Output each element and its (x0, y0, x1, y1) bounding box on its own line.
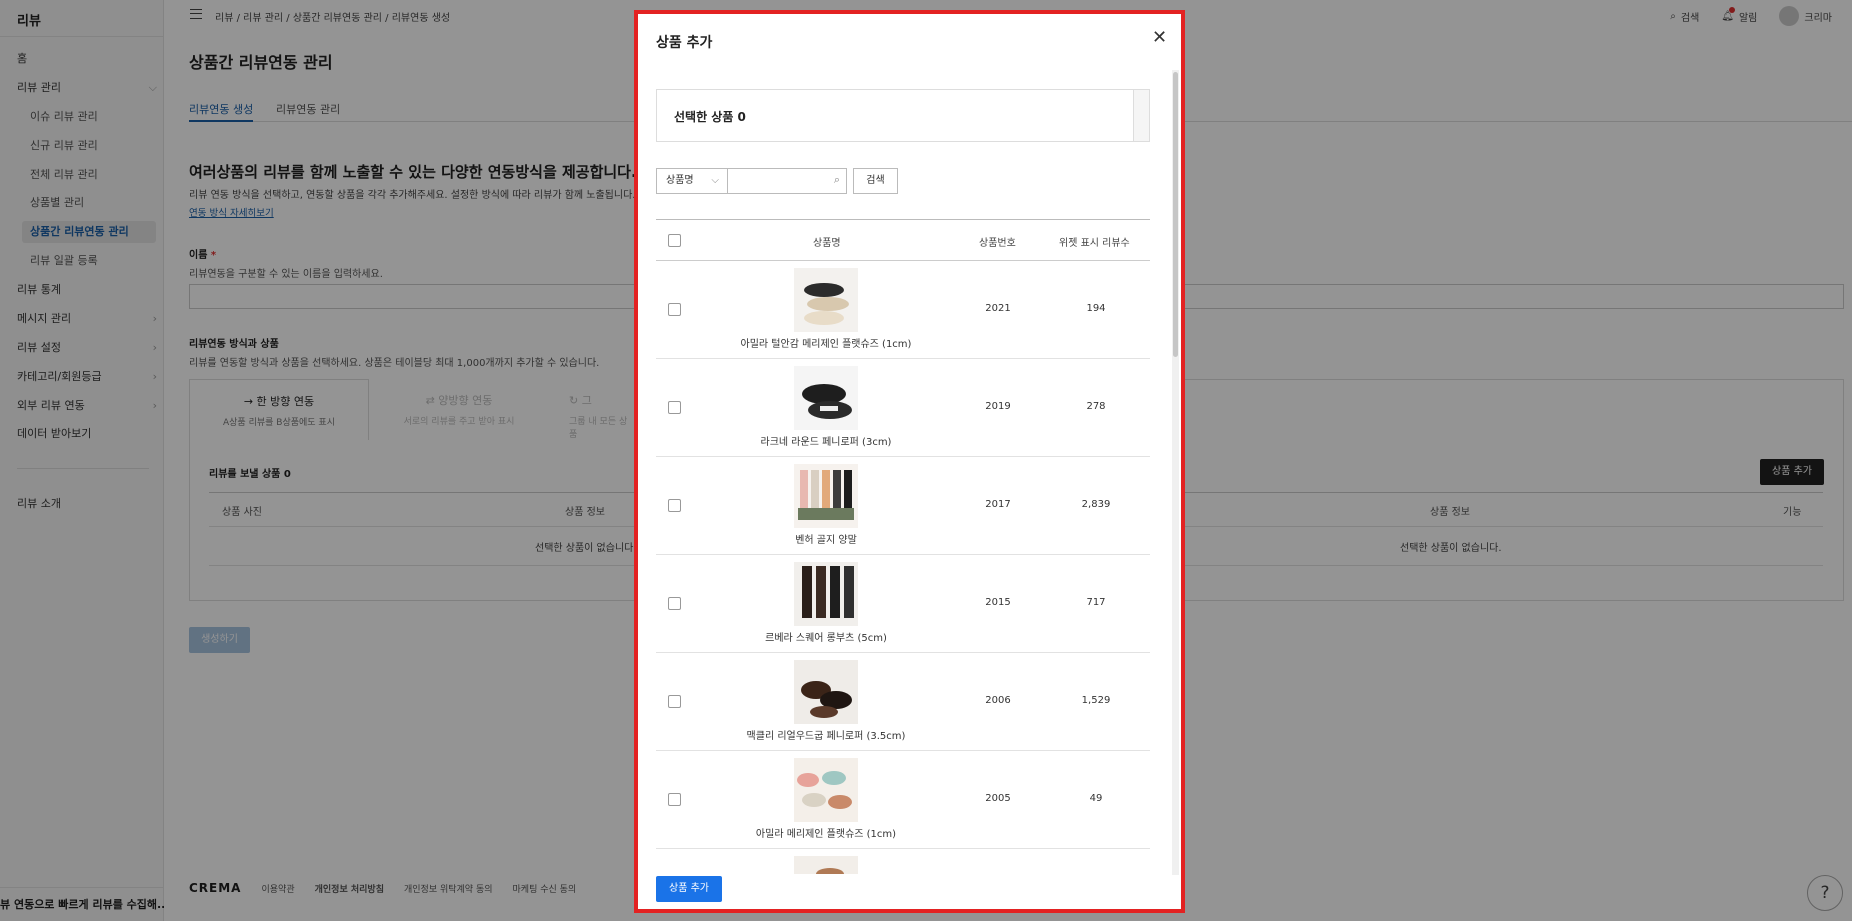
search-field-select[interactable]: 상품명 ⌵ (656, 168, 728, 194)
product-thumbnail (794, 660, 858, 724)
product-thumbnail (794, 366, 858, 430)
selected-count-label: 선택한 상품 0 (674, 110, 746, 124)
product-number: 2019 (985, 401, 1011, 412)
search-icon: ⌕ (833, 173, 840, 186)
flats-image (794, 758, 858, 822)
review-count: 49 (1089, 793, 1103, 804)
socks-image (794, 464, 858, 528)
table-row[interactable]: 아밀라 메리제인 플랫슈즈 (1cm) 2005 49 (656, 751, 1150, 849)
search-button[interactable]: 검색 (853, 168, 898, 194)
row-checkbox[interactable] (668, 695, 681, 708)
review-count: 1,529 (1081, 695, 1111, 706)
loafer-image (794, 660, 858, 724)
modal-title: 상품 추가 (656, 35, 713, 51)
add-product-button[interactable]: 상품 추가 (656, 876, 722, 902)
product-name: 벤허 골지 양말 (795, 535, 857, 546)
table-row[interactable]: 아밀라 털안감 메리제인 플랫슈즈 (1cm) 2021 194 (656, 261, 1150, 359)
col-review-count: 위젯 표시 리뷰수 (1059, 238, 1130, 249)
modal-body: 선택한 상품 0 상품명 ⌵ ⌕ 검색 상품명 상품번호 위젯 표시 리뷰수 아… (638, 66, 1181, 874)
row-checkbox[interactable] (668, 401, 681, 414)
boots-image (794, 562, 858, 626)
row-checkbox[interactable] (668, 499, 681, 512)
table-row[interactable]: 맥클리 리얼우드굽 페니로퍼 (3.5cm) 2006 1,529 (656, 653, 1150, 751)
product-thumbnail (794, 464, 858, 528)
search-field-value: 상품명 (666, 175, 694, 186)
row-checkbox[interactable] (668, 597, 681, 610)
row-checkbox[interactable] (668, 793, 681, 806)
product-number: 2005 (985, 793, 1011, 804)
product-name: 라크네 라운드 페니로퍼 (3cm) (760, 437, 892, 448)
product-name: 아밀라 털안감 메리제인 플랫슈즈 (1cm) (740, 339, 912, 350)
table-row[interactable]: 라크네 라운드 페니로퍼 (3cm) 2019 278 (656, 359, 1150, 457)
review-count: 2,839 (1081, 499, 1111, 510)
table-header: 상품명 상품번호 위젯 표시 리뷰수 (656, 219, 1150, 261)
select-all-checkbox[interactable] (668, 234, 681, 247)
col-product-number: 상품번호 (979, 238, 1016, 249)
product-name: 맥클리 리얼우드굽 페니로퍼 (3.5cm) (746, 731, 906, 742)
product-thumbnail (794, 758, 858, 822)
row-checkbox[interactable] (668, 303, 681, 316)
review-count: 717 (1086, 597, 1106, 608)
shoe-image (794, 268, 858, 332)
shoe-image (794, 366, 858, 430)
panel-scrollbar[interactable] (1133, 90, 1149, 141)
product-thumbnail (794, 562, 858, 626)
product-table: 상품명 상품번호 위젯 표시 리뷰수 아밀라 털안감 메리제인 플랫슈즈 (1c… (656, 219, 1150, 874)
product-number: 2006 (985, 695, 1011, 706)
product-number: 2017 (985, 499, 1011, 510)
close-icon[interactable]: ✕ (1152, 28, 1167, 48)
product-thumbnail (794, 856, 858, 874)
product-thumbnail (794, 268, 858, 332)
review-count: 194 (1086, 303, 1106, 314)
product-number: 2015 (985, 597, 1011, 608)
product-number: 2021 (985, 303, 1011, 314)
search-input[interactable]: ⌕ (727, 168, 847, 194)
table-row[interactable]: 르베라 스퀘어 롱부츠 (5cm) 2015 717 (656, 555, 1150, 653)
shoe-image (794, 856, 858, 874)
review-count: 278 (1086, 401, 1106, 412)
table-row[interactable]: 벤허 골지 양말 2017 2,839 (656, 457, 1150, 555)
chevron-down-icon: ⌵ (711, 175, 719, 186)
selected-products-panel: 선택한 상품 0 (656, 89, 1150, 142)
table-row[interactable] (656, 849, 1150, 874)
col-product-name: 상품명 (813, 238, 841, 249)
product-name: 아밀라 메리제인 플랫슈즈 (1cm) (755, 829, 897, 840)
product-name: 르베라 스퀘어 롱부츠 (5cm) (765, 633, 887, 644)
add-product-modal: 상품 추가 ✕ 선택한 상품 0 상품명 ⌵ ⌕ 검색 상품명 상품번호 위젯 … (634, 10, 1185, 913)
